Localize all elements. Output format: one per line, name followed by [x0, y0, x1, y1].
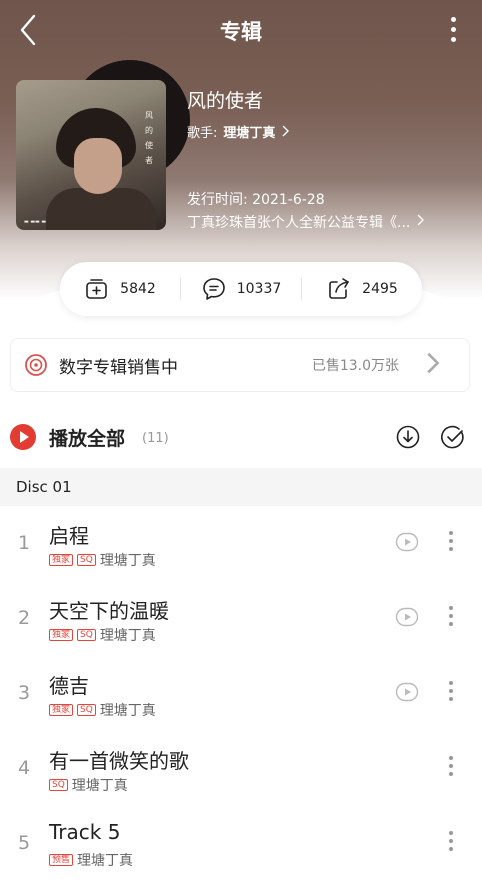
mv-play-button[interactable] — [395, 605, 419, 629]
track-row[interactable]: 4 有一首微笑的歌 SQ 理塘丁真 — [0, 731, 482, 806]
digital-album-label: 数字专辑销售中 — [59, 357, 178, 378]
track-more-button[interactable] — [444, 680, 458, 706]
track-number: 1 — [17, 532, 31, 554]
share-icon — [329, 278, 349, 299]
release-date: 发行时间: 2021-6-28 — [187, 192, 325, 208]
album-name: 风的使者 — [187, 90, 264, 112]
play-all-bar: 播放全部 (11) — [0, 418, 482, 458]
collect-button[interactable]: 5842 — [60, 262, 180, 316]
disc-label: Disc 01 — [16, 478, 72, 496]
mv-play-button[interactable] — [395, 530, 419, 554]
album-cover[interactable]: 风的使者 ▬ ▬▬ ▬ — [16, 80, 166, 230]
comment-icon — [202, 278, 225, 300]
track-name: 德吉 — [49, 674, 89, 698]
track-more-button[interactable] — [444, 755, 458, 781]
track-badge: SQ — [77, 554, 96, 566]
track-row[interactable]: 5 Track 5 预售 理塘丁真 — [0, 806, 482, 881]
more-vertical-icon — [444, 531, 458, 551]
play-all-icon[interactable] — [10, 424, 36, 450]
artist-prefix: 歌手: — [187, 126, 218, 141]
track-badge: 独家 — [49, 629, 74, 641]
mv-play-button[interactable] — [395, 680, 419, 704]
chevron-right-icon — [415, 213, 425, 231]
track-more-button[interactable] — [444, 830, 458, 856]
play-video-icon — [395, 682, 419, 702]
track-meta: 独家 SQ 理塘丁真 — [49, 700, 156, 720]
multi-select-button[interactable] — [440, 424, 466, 450]
track-row[interactable]: 2 天空下的温暖 独家 SQ 理塘丁真 — [0, 581, 482, 656]
chevron-right-icon — [407, 350, 455, 380]
track-meta: 预售 理塘丁真 — [49, 850, 133, 870]
add-collection-icon — [86, 279, 107, 299]
collect-count: 5842 — [120, 281, 156, 297]
album-actions-bar: 5842 10337 2495 — [60, 262, 422, 316]
disc-icon — [25, 354, 47, 376]
play-video-icon — [395, 607, 419, 627]
track-name: 天空下的温暖 — [49, 599, 169, 623]
track-row[interactable]: 3 德吉 独家 SQ 理塘丁真 — [0, 656, 482, 731]
chevron-right-icon — [280, 125, 290, 141]
album-description[interactable]: 丁真珍珠首张个人全新公益专辑《... — [187, 212, 457, 232]
play-all-label[interactable]: 播放全部 — [49, 424, 125, 451]
digital-album-banner[interactable]: 数字专辑销售中 已售13.0万张 — [10, 338, 470, 392]
comments-count: 10337 — [236, 281, 282, 297]
artist-name: 理塘丁真 — [223, 126, 276, 141]
track-artist: 理塘丁真 — [99, 628, 156, 644]
more-vertical-icon — [444, 681, 458, 701]
cover-title-text: 风的使者 — [145, 111, 153, 165]
track-name: 启程 — [49, 524, 89, 548]
more-vertical-icon — [444, 606, 458, 626]
track-badge: SQ — [77, 704, 96, 716]
track-badge: 独家 — [49, 704, 74, 716]
more-vertical-icon — [444, 831, 458, 851]
sold-count: 已售13.0万张 — [311, 358, 399, 374]
track-count: (11) — [142, 431, 169, 446]
track-more-button[interactable] — [444, 605, 458, 631]
share-count: 2495 — [362, 281, 398, 297]
track-meta: SQ 理塘丁真 — [49, 775, 128, 795]
track-artist: 理塘丁真 — [71, 778, 128, 794]
share-button[interactable]: 2495 — [302, 262, 422, 316]
cover-logo-tag: ▬ ▬▬ ▬ — [24, 219, 47, 225]
artist-link[interactable]: 歌手: 理塘丁真 — [187, 122, 290, 141]
track-number: 4 — [17, 757, 31, 779]
track-badge: 预售 — [49, 854, 74, 866]
page-title: 专辑 — [220, 20, 262, 44]
track-artist: 理塘丁真 — [77, 853, 134, 869]
track-more-button[interactable] — [444, 530, 458, 556]
track-number: 3 — [17, 682, 31, 704]
track-artist: 理塘丁真 — [99, 703, 156, 719]
track-meta: 独家 SQ 理塘丁真 — [49, 550, 156, 570]
disc-header: Disc 01 — [0, 468, 482, 506]
track-name: Track 5 — [49, 820, 121, 844]
more-vertical-icon — [444, 756, 458, 776]
description-text: 丁真珍珠首张个人全新公益专辑《... — [187, 215, 411, 231]
download-button[interactable] — [395, 424, 421, 450]
check-circle-icon — [441, 425, 464, 449]
track-badge: SQ — [49, 779, 68, 791]
track-badge: SQ — [77, 629, 96, 641]
track-meta: 独家 SQ 理塘丁真 — [49, 625, 156, 645]
top-bar: 专辑 — [0, 0, 482, 60]
track-artist: 理塘丁真 — [99, 553, 156, 569]
more-dots-icon — [446, 17, 460, 42]
play-video-icon — [395, 532, 419, 552]
comments-button[interactable]: 10337 — [181, 262, 301, 316]
track-name: 有一首微笑的歌 — [49, 749, 189, 773]
download-icon — [396, 425, 420, 449]
track-badge: 独家 — [49, 554, 74, 566]
more-menu-button[interactable] — [446, 14, 460, 46]
track-number: 2 — [17, 607, 31, 629]
track-number: 5 — [17, 832, 31, 854]
track-row[interactable]: 1 启程 独家 SQ 理塘丁真 — [0, 506, 482, 581]
